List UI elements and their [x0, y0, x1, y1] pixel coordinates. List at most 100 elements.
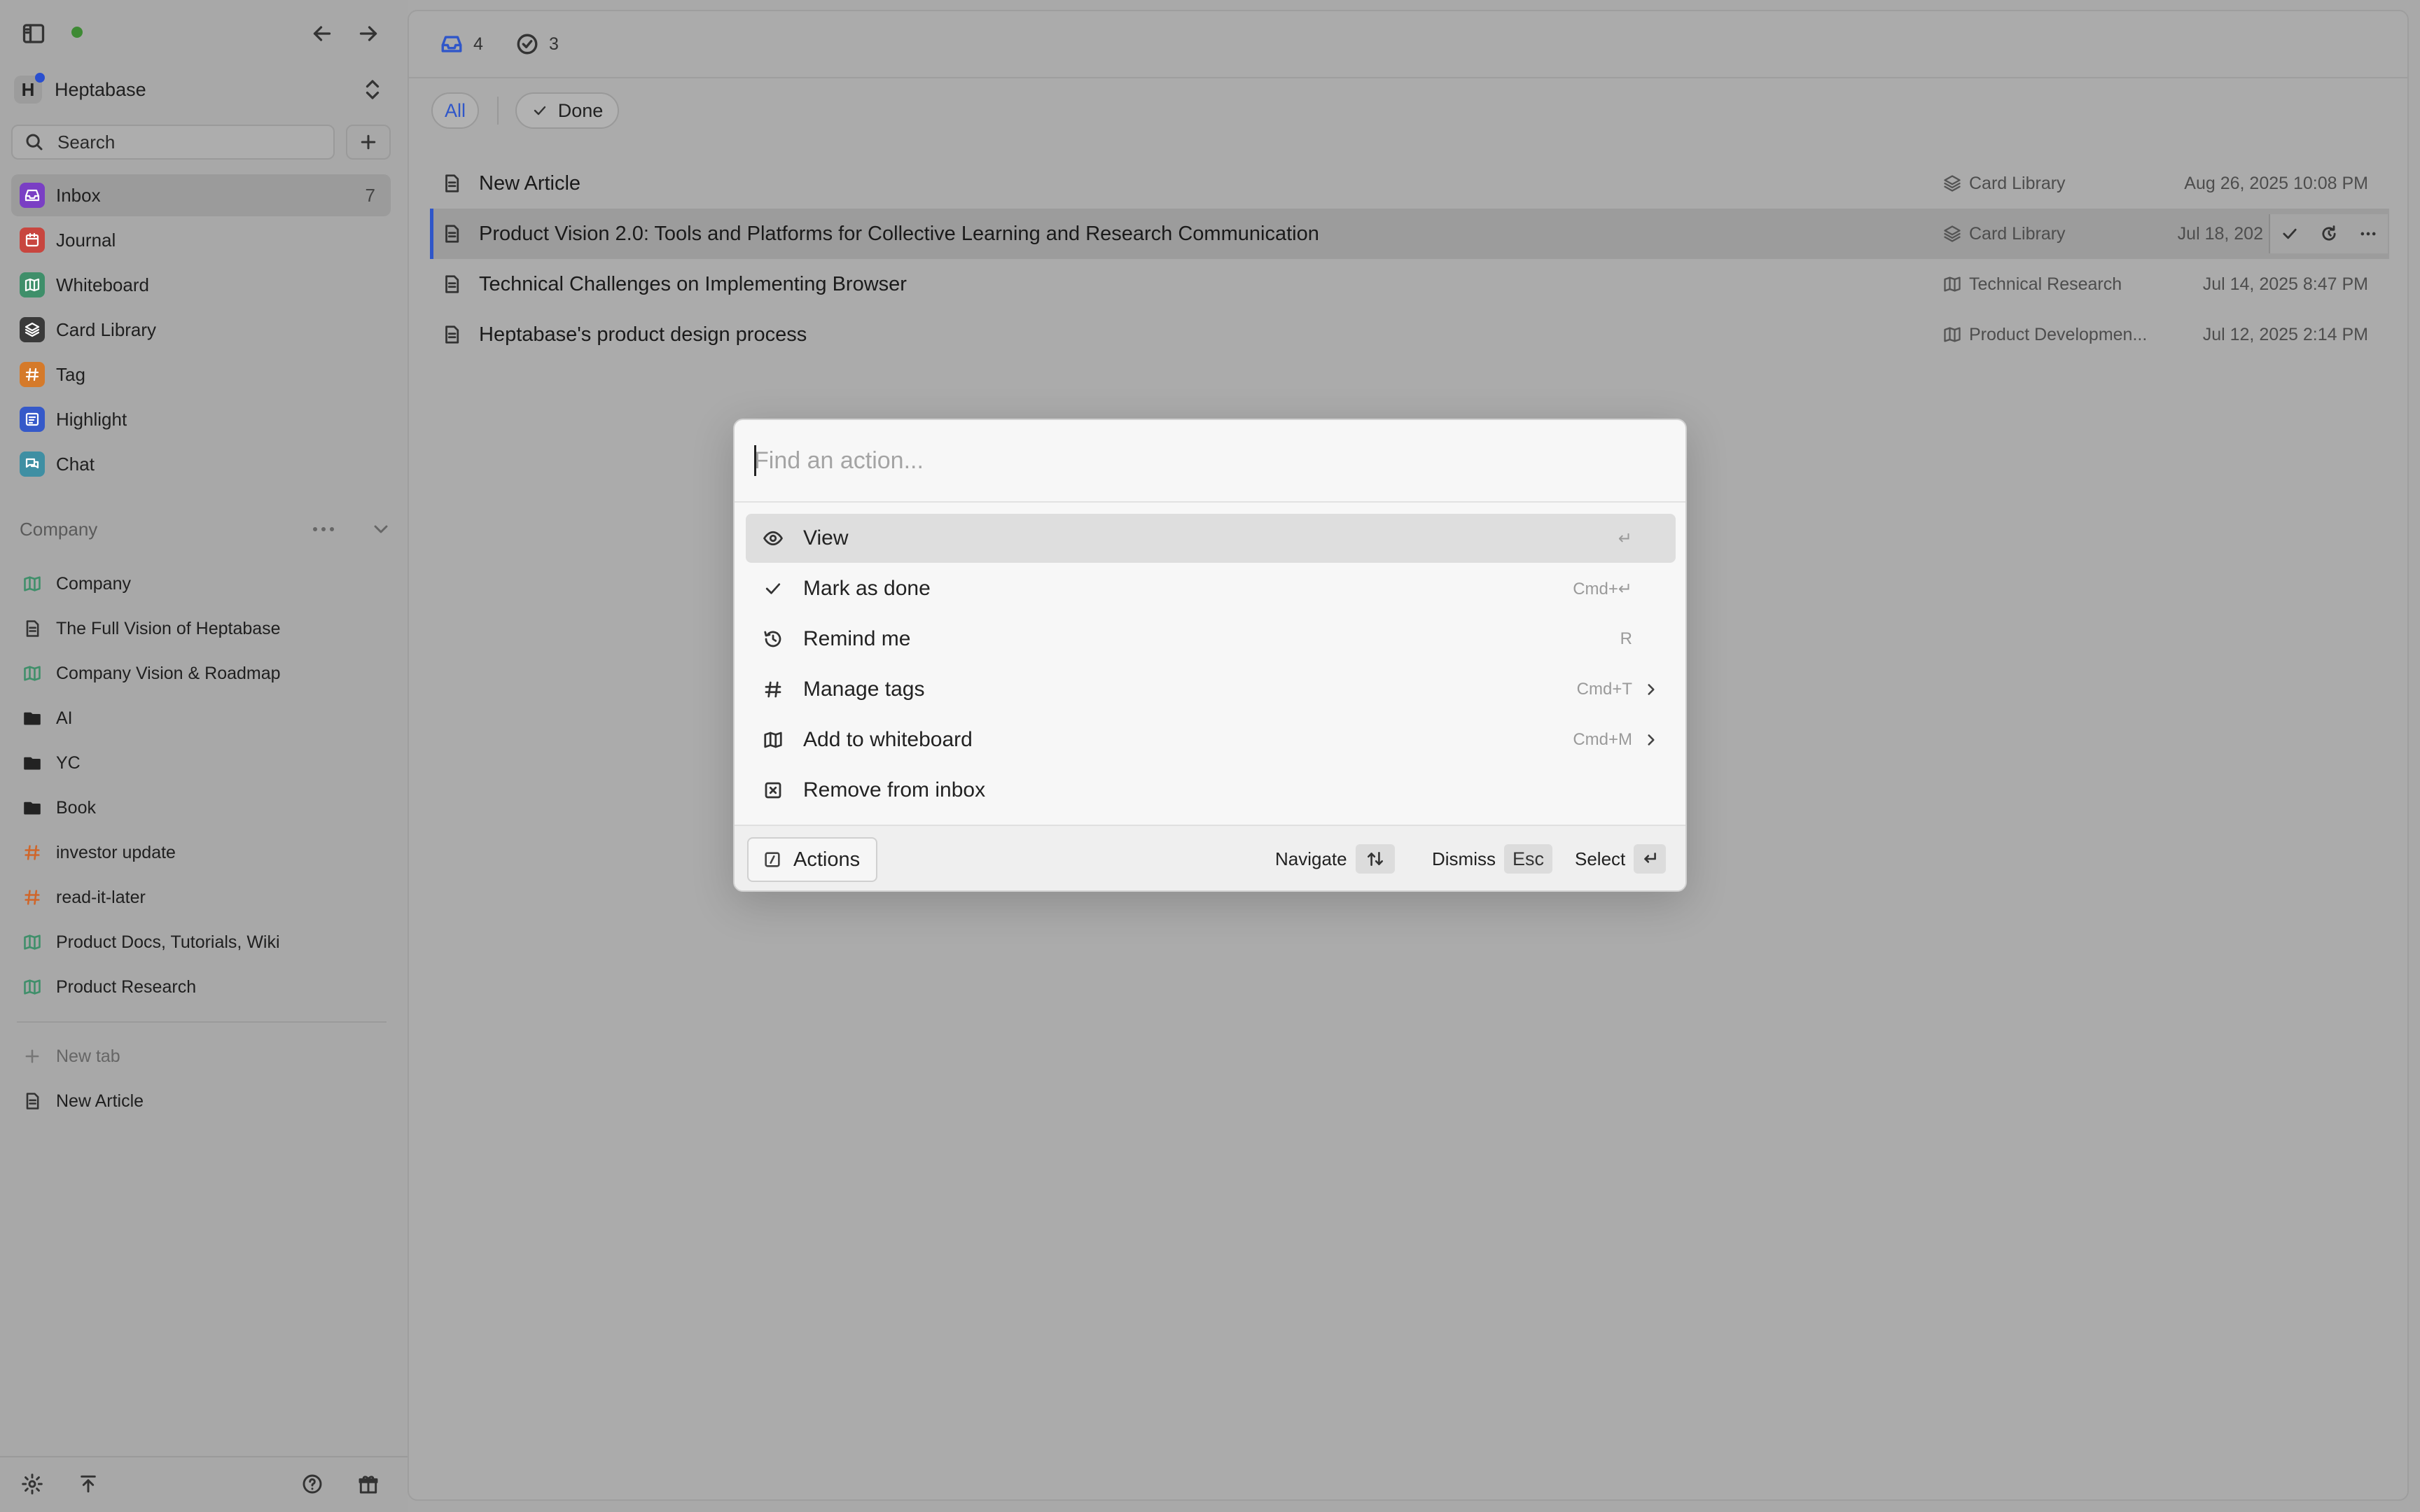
- inbox-row[interactable]: New Article Card Library Aug 26, 2025 10…: [430, 158, 2389, 209]
- whiteboard-icon: [1944, 276, 1961, 292]
- mark-done-check-icon[interactable]: [2276, 220, 2304, 248]
- inbox-row[interactable]: Heptabase's product design process Produ…: [430, 309, 2389, 360]
- action-view[interactable]: View ↵: [746, 514, 1676, 563]
- sidebar-item-chat[interactable]: Chat: [11, 443, 391, 485]
- row-location[interactable]: Card Library: [1942, 224, 2066, 244]
- add-button[interactable]: [346, 125, 391, 160]
- check-icon: [534, 106, 545, 115]
- section-title: Company: [20, 518, 98, 540]
- arrow-keys-icon: [1355, 844, 1395, 874]
- sidebar-search[interactable]: Search: [11, 125, 335, 160]
- highlighter-icon: [20, 407, 45, 432]
- upload-icon[interactable]: [69, 1464, 108, 1504]
- sidebar-item-label: Card Library: [56, 318, 157, 340]
- row-location[interactable]: Card Library: [1942, 174, 2066, 194]
- sidebar-item-product-docs[interactable]: Product Docs, Tutorials, Wiki: [11, 921, 391, 963]
- esc-key: Esc: [1504, 844, 1553, 874]
- done-counter[interactable]: 3: [515, 32, 559, 56]
- document-icon: [441, 274, 462, 295]
- inbox-counter[interactable]: 4: [440, 32, 483, 56]
- sidebar-item-whiteboard[interactable]: Whiteboard: [11, 264, 391, 306]
- more-options-icon[interactable]: [2354, 220, 2382, 248]
- help-icon[interactable]: [293, 1464, 332, 1504]
- sidebar-item-label: Chat: [56, 453, 95, 475]
- open-tab-new-article[interactable]: New Article: [11, 1080, 391, 1122]
- actions-button-label: Actions: [793, 848, 861, 871]
- action-remove-from-inbox[interactable]: Remove from inbox: [746, 766, 1676, 815]
- inbox-count-value: 4: [473, 34, 483, 54]
- remind-clock-icon[interactable]: [2315, 220, 2343, 248]
- action-remind-me[interactable]: Remind me R: [746, 615, 1676, 664]
- inbox-row-selected[interactable]: Product Vision 2.0: Tools and Platforms …: [430, 209, 2389, 259]
- eye-icon: [761, 526, 785, 550]
- gift-icon[interactable]: [349, 1464, 388, 1504]
- action-label: Remove from inbox: [803, 778, 986, 802]
- sidebar-item-yc[interactable]: YC: [11, 742, 391, 784]
- back-arrow-icon[interactable]: [302, 14, 342, 53]
- new-tab-label: New tab: [56, 1046, 120, 1066]
- section-header-company[interactable]: Company: [20, 515, 391, 543]
- document-icon: [441, 324, 462, 345]
- sidebar-item-highlight[interactable]: Highlight: [11, 398, 391, 440]
- sidebar-bottom-bar: [0, 1463, 408, 1505]
- action-shortcut: Cmd+T: [1576, 680, 1632, 699]
- folder-icon: [21, 797, 43, 819]
- action-add-to-whiteboard[interactable]: Add to whiteboard Cmd+M: [746, 715, 1676, 764]
- action-shortcut: ↵: [1618, 528, 1632, 548]
- action-mark-as-done[interactable]: Mark as done Cmd+↵: [746, 564, 1676, 613]
- action-label: Add to whiteboard: [803, 728, 973, 751]
- filter-done[interactable]: Done: [515, 92, 619, 129]
- row-location[interactable]: Technical Research: [1942, 274, 2122, 295]
- document-icon: [21, 1090, 43, 1112]
- tree-item-label: AI: [56, 708, 73, 728]
- sidebar-item-book[interactable]: Book: [11, 787, 391, 829]
- document-icon: [441, 223, 462, 244]
- tree-item-label: Product Research: [56, 976, 197, 997]
- action-manage-tags[interactable]: Manage tags Cmd+T: [746, 665, 1676, 714]
- workspace-avatar: H: [14, 73, 45, 104]
- workspace-switcher[interactable]: H Heptabase: [14, 71, 385, 108]
- action-shortcut: Cmd+↵: [1573, 579, 1632, 598]
- inbox-row[interactable]: Technical Challenges on Implementing Bro…: [430, 259, 2389, 309]
- forward-arrow-icon[interactable]: [349, 14, 388, 53]
- find-action-input[interactable]: [754, 441, 1664, 480]
- chevron-up-down-icon[interactable]: [360, 77, 385, 102]
- sidebar-item-read-it-later[interactable]: read-it-later: [11, 876, 391, 918]
- chevron-down-icon[interactable]: [370, 518, 392, 540]
- document-icon: [21, 617, 43, 640]
- tree-item-label: YC: [56, 752, 81, 773]
- action-label: Manage tags: [803, 678, 925, 701]
- sidebar-item-investor-update[interactable]: investor update: [11, 832, 391, 874]
- more-options-icon[interactable]: [310, 518, 338, 540]
- sidebar-item-tag[interactable]: Tag: [11, 354, 391, 396]
- dismiss-label: Dismiss: [1432, 848, 1496, 869]
- layers-icon: [1944, 175, 1961, 192]
- tree-item-label: Book: [56, 797, 96, 818]
- row-location[interactable]: Product Developmen...: [1942, 325, 2147, 345]
- done-count-value: 3: [549, 34, 559, 54]
- new-tab-button[interactable]: New tab: [11, 1035, 391, 1077]
- sidebar-item-ai[interactable]: AI: [11, 697, 391, 739]
- inbox-count: 7: [365, 184, 375, 206]
- sidebar-item-company-vision-roadmap[interactable]: Company Vision & Roadmap: [11, 652, 391, 694]
- check-circle-icon: [517, 34, 538, 55]
- sidebar-item-company[interactable]: Company: [11, 563, 391, 605]
- sidebar-item-full-vision[interactable]: The Full Vision of Heptabase: [11, 608, 391, 650]
- select-hint: Select: [1575, 844, 1667, 874]
- whiteboard-icon: [20, 272, 45, 298]
- dismiss-hint: Dismiss Esc: [1432, 844, 1553, 874]
- settings-gear-icon[interactable]: [13, 1464, 52, 1504]
- document-icon: [441, 173, 462, 194]
- calendar-icon: [20, 227, 45, 253]
- filter-all[interactable]: All: [431, 92, 479, 129]
- toggle-sidebar-icon[interactable]: [14, 14, 53, 53]
- sidebar-item-inbox[interactable]: Inbox 7: [11, 174, 391, 216]
- workspace-name: Heptabase: [55, 78, 146, 100]
- row-title: New Article: [479, 172, 581, 195]
- row-date: Jul 12, 2025 2:14 PM: [2202, 324, 2368, 344]
- sidebar-item-product-research[interactable]: Product Research: [11, 966, 391, 1008]
- actions-button[interactable]: Actions: [747, 837, 877, 882]
- sidebar-item-journal[interactable]: Journal: [11, 219, 391, 261]
- navigate-label: Navigate: [1275, 848, 1347, 869]
- sidebar-item-card-library[interactable]: Card Library: [11, 309, 391, 351]
